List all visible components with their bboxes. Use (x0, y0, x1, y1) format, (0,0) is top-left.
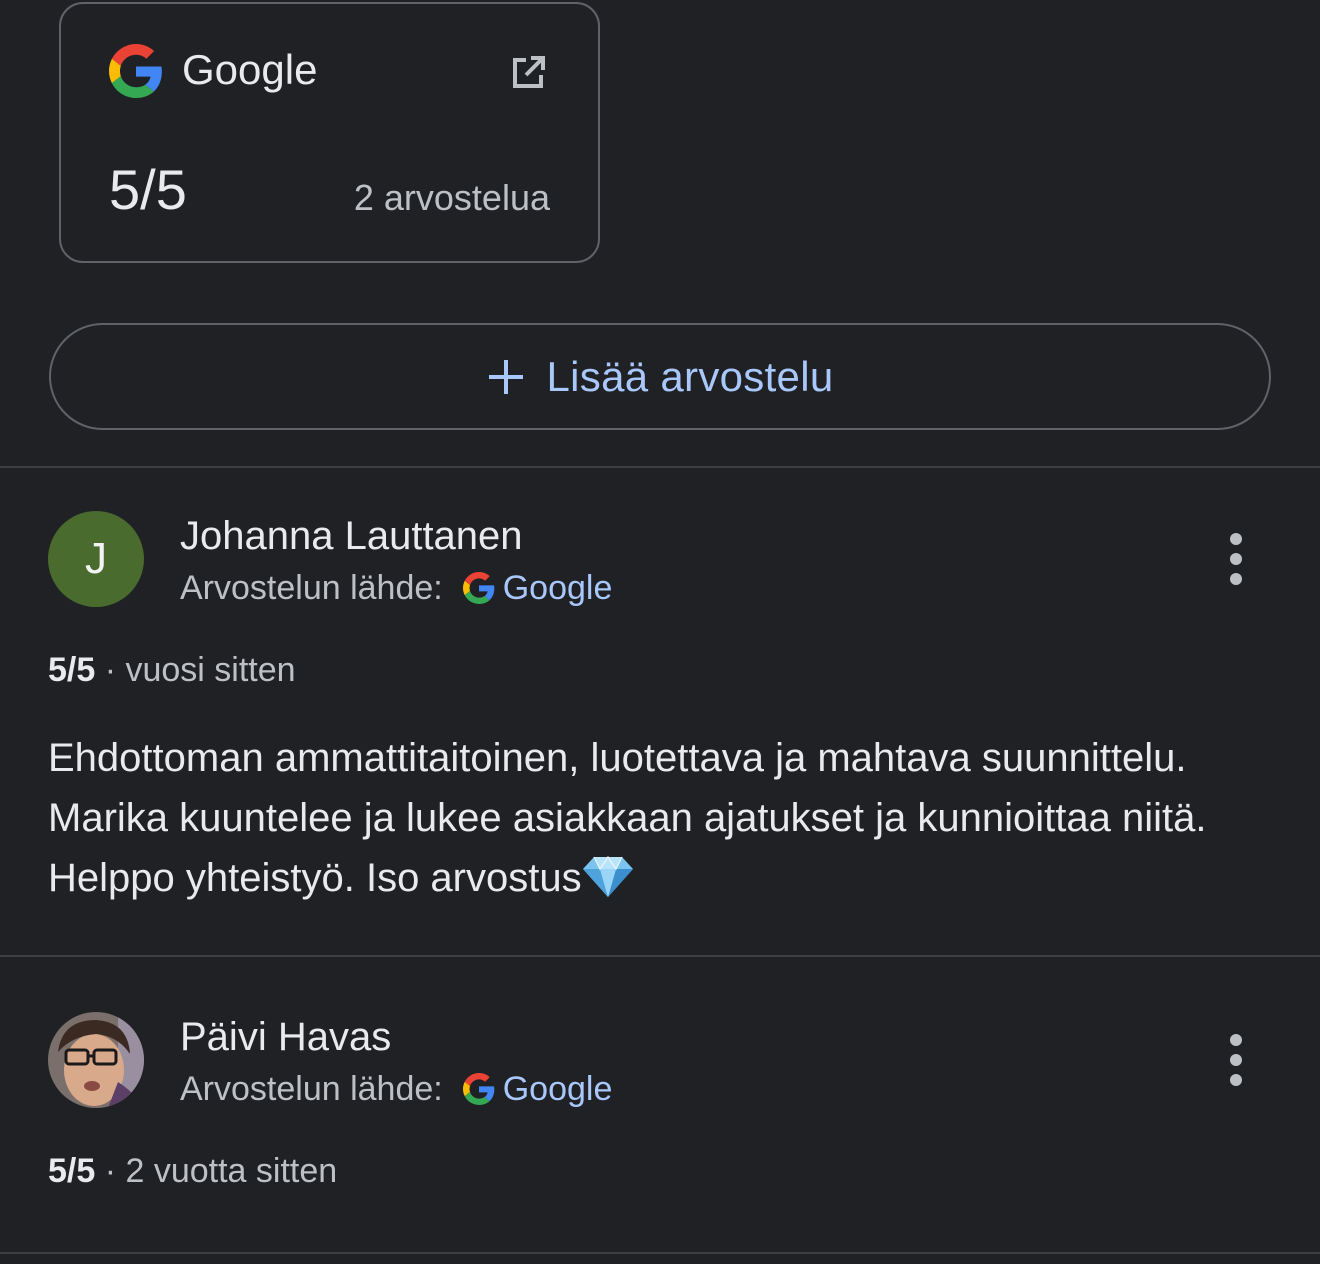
profile-photo (48, 1012, 144, 1108)
review-count: 2 arvostelua (353, 177, 550, 218)
review-source: Arvostelun lähde: Google (180, 1067, 612, 1111)
review-time: vuosi sitten (125, 651, 296, 689)
google-g-icon (462, 1073, 495, 1105)
meta-separator: · (95, 651, 126, 689)
avatar[interactable]: J (48, 511, 144, 607)
plus-icon (488, 359, 523, 394)
reviewer-name[interactable]: Päivi Havas (180, 1013, 391, 1061)
review-text: Ehdottoman ammattitaitoinen, luotettava … (48, 728, 1288, 908)
meta-separator: · (95, 1152, 126, 1190)
review-source: Arvostelun lähde: Google (180, 566, 612, 610)
gem-icon (582, 855, 633, 897)
source-rating: 5/5 (109, 158, 187, 221)
divider (0, 955, 1320, 957)
external-link-icon[interactable] (509, 52, 549, 92)
google-source-link[interactable]: Google (503, 566, 613, 610)
add-review-label: Lisää arvostelu (546, 352, 834, 400)
google-logo-icon (109, 44, 162, 98)
review-time: 2 vuotta sitten (125, 1152, 338, 1190)
divider (0, 1252, 1320, 1254)
google-source-card[interactable]: Google 5/5 2 arvostelua (59, 2, 600, 263)
avatar[interactable] (48, 1012, 144, 1108)
source-name: Google (182, 46, 318, 93)
source-label: Arvostelun lähde: (180, 1070, 443, 1108)
more-options-icon[interactable] (1220, 1032, 1252, 1088)
review-rating: 5/5 (48, 1152, 96, 1190)
more-options-icon[interactable] (1220, 531, 1252, 587)
add-review-button[interactable]: Lisää arvostelu (49, 323, 1271, 430)
review-meta: 5/5 · 2 vuotta sitten (48, 1149, 337, 1193)
review-rating: 5/5 (48, 651, 96, 689)
divider (0, 466, 1320, 468)
source-label: Arvostelun lähde: (180, 569, 443, 607)
review-meta: 5/5 · vuosi sitten (48, 648, 296, 692)
google-source-link[interactable]: Google (503, 1067, 613, 1111)
google-g-icon (462, 572, 495, 604)
avatar-letter: J (85, 534, 107, 583)
reviewer-name[interactable]: Johanna Lauttanen (180, 512, 523, 560)
